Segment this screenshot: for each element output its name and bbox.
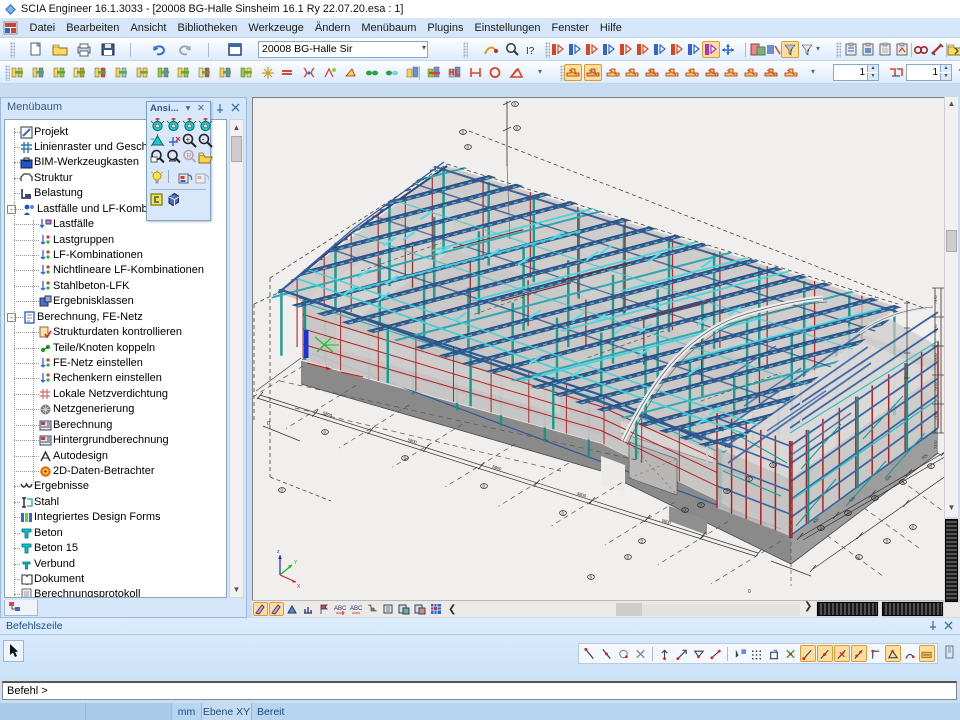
svg-text:0: 0 [858, 555, 861, 560]
svg-text:0: 0 [483, 484, 486, 489]
svg-text:0: 0 [516, 126, 519, 131]
svg-text:z: z [277, 549, 280, 555]
svg-text:0: 0 [462, 130, 465, 135]
svg-text:Ι?: Ι? [526, 46, 535, 57]
svg-text:0: 0 [514, 102, 517, 107]
svg-text:0: 0 [912, 525, 915, 530]
svg-text:0: 0 [641, 539, 644, 544]
svg-text:0: 0 [886, 539, 889, 544]
svg-text:0: 0 [748, 589, 751, 595]
svg-text:7370: 7370 [934, 383, 938, 391]
svg-text:R: R [186, 153, 191, 160]
svg-text:f: f [790, 49, 793, 56]
svg-text:f: f [807, 49, 810, 56]
svg-text:7370: 7370 [934, 325, 938, 333]
svg-text:5800: 5800 [407, 437, 418, 445]
svg-text:7370: 7370 [934, 412, 938, 420]
svg-text:0: 0 [267, 421, 270, 427]
svg-text:0: 0 [562, 511, 565, 516]
svg-text:ABC: ABC [350, 606, 362, 612]
svg-text:X: X [297, 584, 301, 590]
svg-text:0: 0 [404, 456, 407, 461]
svg-text:ABC: ABC [334, 606, 346, 612]
svg-text:0: 0 [627, 555, 630, 560]
svg-text:0: 0 [324, 430, 327, 435]
svg-text:0: 0 [590, 575, 593, 580]
svg-text:0: 0 [467, 145, 470, 150]
svg-text:7370: 7370 [934, 354, 938, 362]
svg-text:0: 0 [281, 488, 284, 493]
svg-text:+: + [185, 136, 189, 143]
svg-text:7370: 7370 [934, 441, 938, 449]
svg-text:Y: Y [294, 560, 298, 566]
svg-text:-: - [201, 134, 204, 143]
svg-text:7370: 7370 [934, 296, 938, 304]
